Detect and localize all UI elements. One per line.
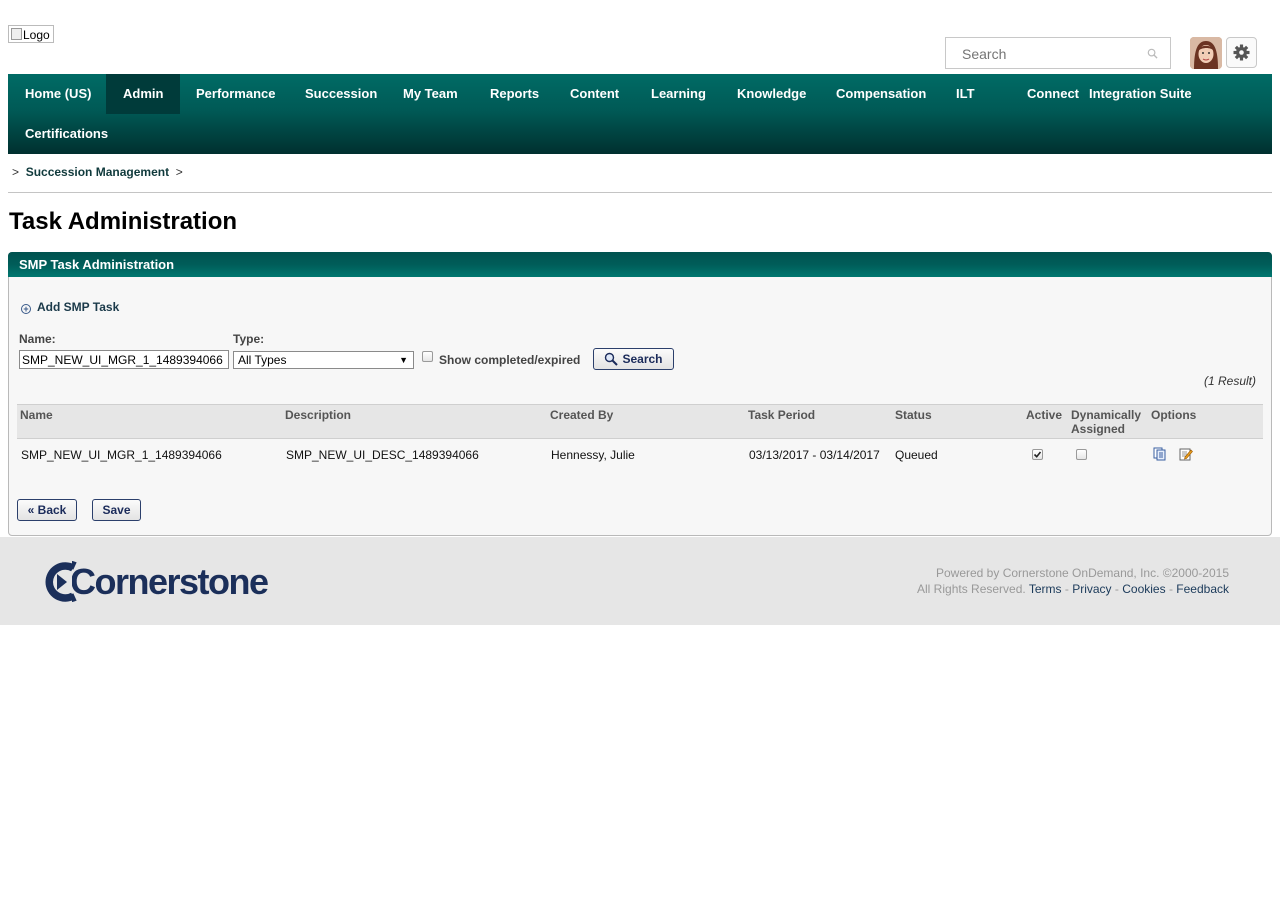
name-filter-input[interactable] xyxy=(19,350,229,369)
col-dynamically-assigned-line1: Dynamically xyxy=(1071,408,1142,422)
col-active: Active xyxy=(1026,408,1063,422)
row-created-by: Hennessy, Julie xyxy=(551,448,635,462)
save-button[interactable]: Save xyxy=(92,499,141,521)
footer-terms-link[interactable]: Terms xyxy=(1029,582,1062,596)
row-name: SMP_NEW_UI_MGR_1_1489394066 xyxy=(21,448,222,462)
show-completed-label: Show completed/expired xyxy=(439,353,581,367)
row-active-checkbox[interactable] xyxy=(1032,449,1043,460)
magnifier-icon xyxy=(605,352,619,366)
add-smp-task-label: Add SMP Task xyxy=(37,300,120,314)
nav-ilt[interactable]: ILT xyxy=(939,74,992,114)
breadcrumb: > Succession Management > xyxy=(12,165,183,179)
company-logo[interactable]: Logo xyxy=(8,25,54,43)
type-label: Type: xyxy=(233,332,265,346)
brand-c-icon xyxy=(45,562,75,602)
col-name[interactable]: Name xyxy=(20,408,53,422)
col-options: Options xyxy=(1151,408,1197,422)
type-select[interactable]: All Types ▼ xyxy=(233,351,414,369)
col-dynamically-assigned-line2: Assigned xyxy=(1071,422,1126,436)
user-avatar[interactable] xyxy=(1190,37,1222,69)
back-button[interactable]: « Back xyxy=(17,499,77,521)
footer-sep: - xyxy=(1064,582,1069,596)
divider xyxy=(8,192,1272,193)
main-nav: Home (US) Admin Performance Succession M… xyxy=(8,74,1272,154)
row-task-period: 03/13/2017 - 03/14/2017 xyxy=(749,448,880,462)
footer-sep: - xyxy=(1168,582,1173,596)
panel-header: SMP Task Administration xyxy=(8,252,1272,277)
logo-alt-text: Logo xyxy=(23,28,50,42)
row-status: Queued xyxy=(895,448,938,462)
col-created-by[interactable]: Created By xyxy=(550,408,613,422)
panel-title: SMP Task Administration xyxy=(19,257,175,272)
global-search[interactable] xyxy=(945,37,1171,69)
col-description[interactable]: Description xyxy=(285,408,351,422)
breadcrumb-separator: > xyxy=(175,165,183,179)
nav-reports[interactable]: Reports xyxy=(473,74,556,114)
footer-rights: All Rights Reserved. xyxy=(917,582,1026,596)
dropdown-arrow-icon: ▼ xyxy=(399,355,408,365)
row-dynamically-assigned-checkbox[interactable] xyxy=(1076,449,1087,460)
nav-succession[interactable]: Succession xyxy=(288,74,394,114)
nav-learning[interactable]: Learning xyxy=(634,74,723,114)
type-selected-value: All Types xyxy=(238,353,287,367)
search-icon[interactable] xyxy=(1147,48,1158,59)
checkmark-icon xyxy=(1033,451,1042,458)
col-dynamically-assigned: Dynamically Assigned xyxy=(1071,408,1141,436)
plus-icon: + xyxy=(21,304,31,314)
nav-my-team[interactable]: My Team xyxy=(386,74,475,114)
broken-image-icon xyxy=(11,28,22,40)
copy-icon[interactable] xyxy=(1153,447,1167,461)
nav-home[interactable]: Home (US) xyxy=(8,74,108,114)
add-smp-task-link[interactable]: + Add SMP Task xyxy=(21,300,119,314)
footer-cookies-link[interactable]: Cookies xyxy=(1122,582,1165,596)
search-button[interactable]: Search xyxy=(593,348,674,370)
nav-certifications[interactable]: Certifications xyxy=(8,114,125,154)
result-count: (1 Result) xyxy=(1203,374,1256,388)
edit-icon[interactable] xyxy=(1179,447,1193,461)
settings-button[interactable] xyxy=(1226,37,1257,68)
nav-content[interactable]: Content xyxy=(553,74,636,114)
page-title: Task Administration xyxy=(9,208,238,235)
nav-performance[interactable]: Performance xyxy=(179,74,292,114)
footer-brand: Cornerstone xyxy=(70,561,269,602)
footer-powered-by: Powered by Cornerstone OnDemand, Inc. ©2… xyxy=(935,566,1229,580)
footer-links-row: All Rights Reserved. Terms - Privacy - C… xyxy=(917,581,1229,597)
name-label: Name: xyxy=(19,332,56,346)
search-button-label: Search xyxy=(622,352,663,366)
footer-legal: Powered by Cornerstone OnDemand, Inc. ©2… xyxy=(917,565,1229,597)
breadcrumb-separator: > xyxy=(12,165,20,179)
gear-icon xyxy=(1233,44,1250,61)
show-completed-checkbox[interactable] xyxy=(422,351,433,362)
nav-integration-suite[interactable]: Integration Suite xyxy=(1072,74,1209,114)
breadcrumb-succession-management[interactable]: Succession Management xyxy=(26,165,169,179)
nav-knowledge[interactable]: Knowledge xyxy=(720,74,823,114)
avatar-image xyxy=(1190,37,1222,69)
task-admin-panel xyxy=(8,252,1272,536)
footer-feedback-link[interactable]: Feedback xyxy=(1176,582,1229,596)
nav-compensation[interactable]: Compensation xyxy=(819,74,943,114)
global-search-input[interactable] xyxy=(960,45,1144,63)
footer-privacy-link[interactable]: Privacy xyxy=(1072,582,1111,596)
col-status[interactable]: Status xyxy=(895,408,932,422)
col-task-period[interactable]: Task Period xyxy=(748,408,815,422)
row-description: SMP_NEW_UI_DESC_1489394066 xyxy=(286,448,479,462)
footer-sep: - xyxy=(1114,582,1119,596)
nav-admin[interactable]: Admin xyxy=(106,74,181,114)
